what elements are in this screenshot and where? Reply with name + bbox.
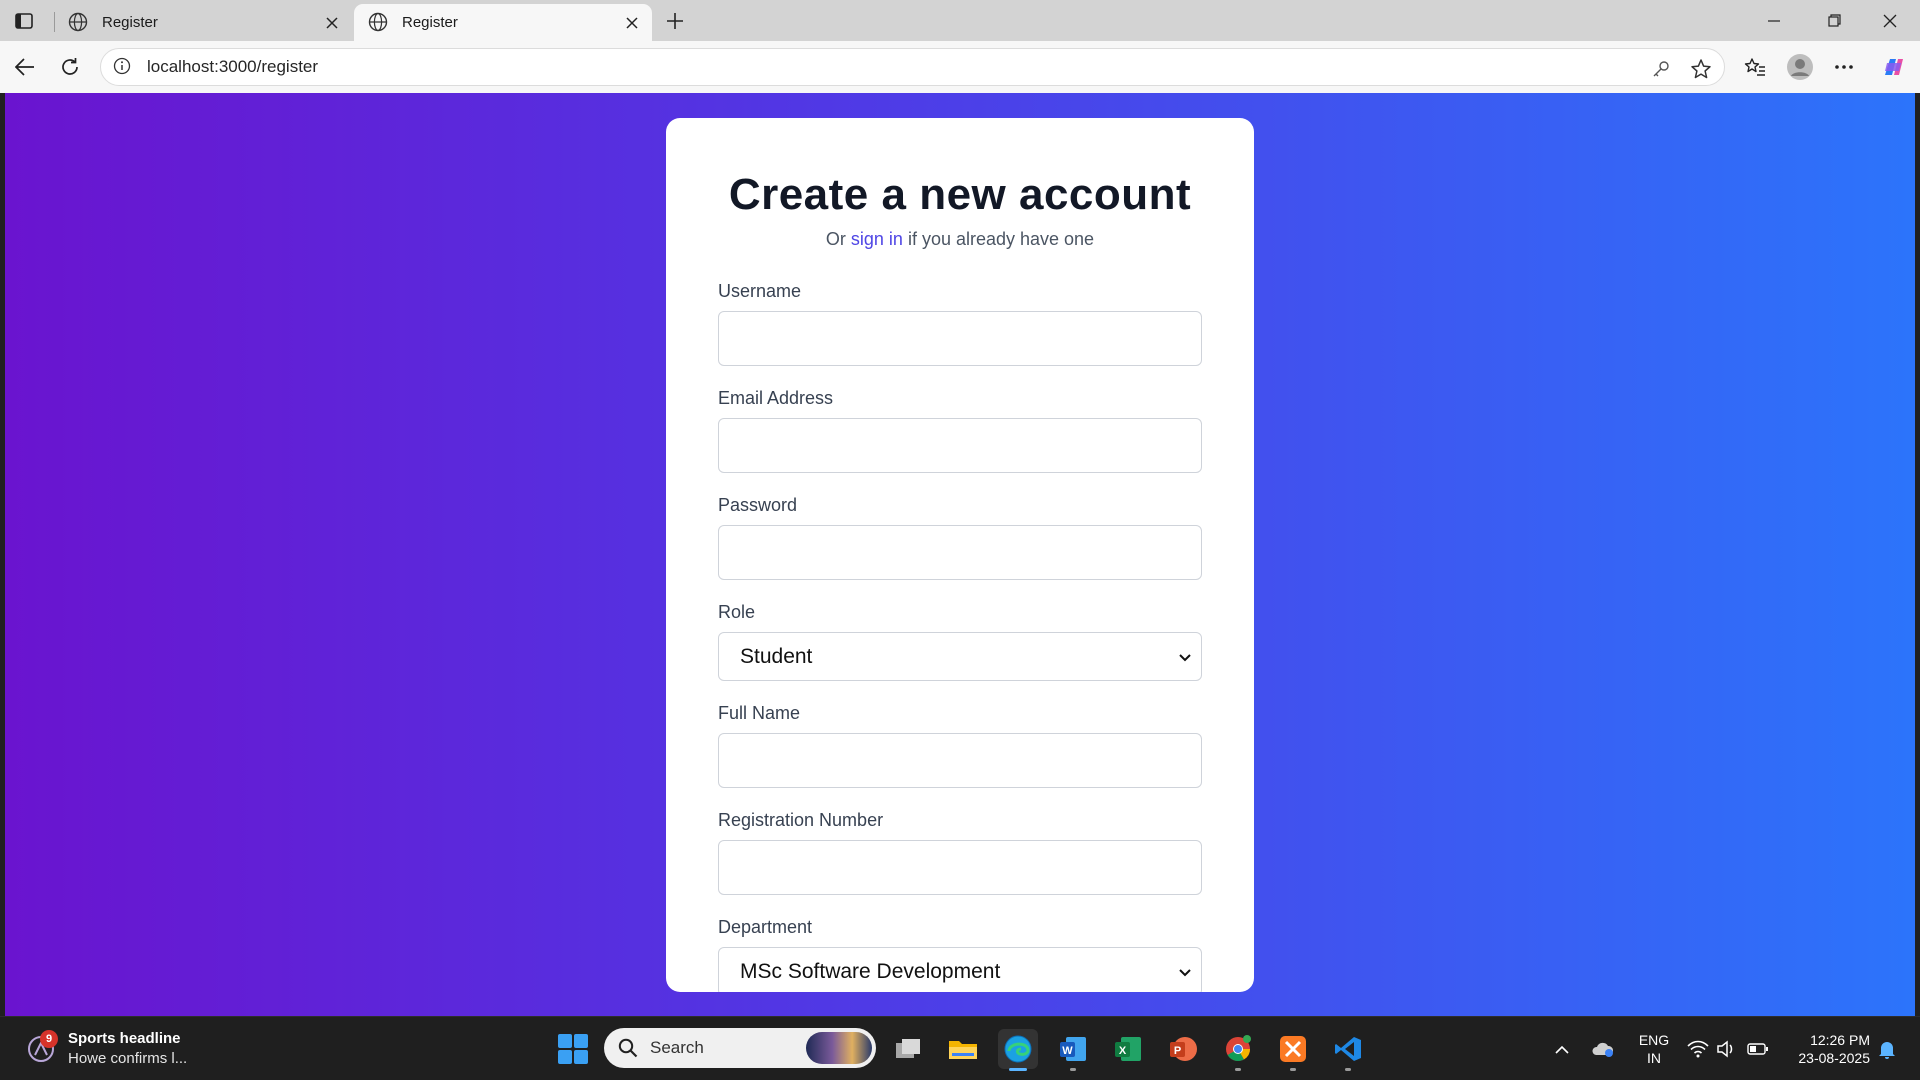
browser-toolbar: localhost:3000/register: [0, 41, 1920, 93]
news-title: Sports headline: [68, 1030, 181, 1047]
svg-text:X: X: [1119, 1045, 1127, 1057]
regno-input[interactable]: [718, 840, 1202, 895]
username-input[interactable]: [718, 311, 1202, 366]
site-info-icon[interactable]: [113, 57, 133, 77]
task-view-icon[interactable]: [888, 1029, 928, 1069]
lang-region: IN: [1647, 1050, 1661, 1066]
news-badge: 9: [40, 1030, 58, 1048]
globe-icon: [68, 12, 90, 34]
role-label: Role: [718, 602, 756, 622]
refresh-icon[interactable]: [54, 51, 86, 83]
page-title: Create a new account: [728, 170, 1192, 219]
edge-icon[interactable]: [998, 1029, 1038, 1071]
tab-title: Register: [402, 14, 458, 31]
svg-text:P: P: [1174, 1045, 1181, 1057]
address-bar[interactable]: localhost:3000/register: [100, 48, 1725, 86]
word-icon[interactable]: W: [1053, 1029, 1093, 1071]
department-select[interactable]: MSc Software Development: [718, 947, 1202, 992]
browser-tab-bar: Register Register: [0, 0, 1920, 41]
favorites-icon[interactable]: [1739, 51, 1771, 83]
onedrive-icon[interactable]: [1588, 1017, 1618, 1080]
register-card: Create a new account Or sign in if you a…: [666, 118, 1254, 992]
url-text: localhost:3000/register: [147, 57, 319, 76]
close-window-icon[interactable]: [1862, 0, 1918, 41]
xampp-icon[interactable]: [1273, 1029, 1313, 1071]
close-tab-icon[interactable]: [322, 13, 342, 33]
search-icon: [618, 1038, 638, 1058]
sign-in-link[interactable]: sign in: [851, 229, 903, 249]
browser-tab-1[interactable]: Register: [54, 4, 352, 41]
tab-actions-icon[interactable]: [10, 9, 38, 33]
chevron-down-icon: [1177, 964, 1193, 980]
chrome-icon[interactable]: [1218, 1029, 1258, 1071]
wifi-icon[interactable]: [1685, 1017, 1711, 1080]
browser-tab-2[interactable]: Register: [354, 4, 652, 41]
lang-code: ENG: [1638, 1032, 1670, 1048]
chevron-up-icon[interactable]: [1550, 1017, 1574, 1080]
news-subtitle: Howe confirms l...: [68, 1050, 188, 1067]
search-placeholder: Search: [650, 1038, 704, 1057]
username-label: Username: [718, 281, 802, 301]
vscode-icon[interactable]: [1328, 1029, 1368, 1071]
tab-title: Register: [102, 14, 158, 31]
svg-text:W: W: [1062, 1045, 1073, 1057]
subtitle-suffix: if you already have one: [902, 229, 1095, 249]
chevron-down-icon: [1177, 649, 1193, 665]
email-input[interactable]: [718, 418, 1202, 473]
windows-start-icon[interactable]: [558, 1034, 588, 1064]
department-selected-value: MSc Software Development: [740, 959, 1001, 983]
copilot-icon[interactable]: [1877, 51, 1909, 83]
back-icon[interactable]: [9, 51, 41, 83]
subtitle-prefix: Or: [825, 229, 851, 249]
close-tab-icon[interactable]: [622, 13, 642, 33]
clock-date: 23-08-2025: [1798, 1050, 1870, 1066]
notification-bell-icon[interactable]: [1872, 1017, 1902, 1080]
password-key-icon[interactable]: [1649, 57, 1673, 81]
clock-time: 12:26 PM: [1810, 1032, 1870, 1048]
input-language[interactable]: ENG IN: [1634, 1031, 1674, 1067]
role-select[interactable]: Student: [718, 632, 1202, 681]
password-label: Password: [718, 495, 798, 515]
favorite-star-icon[interactable]: [1689, 57, 1713, 81]
volume-icon[interactable]: [1713, 1017, 1739, 1080]
battery-icon[interactable]: [1744, 1017, 1772, 1080]
password-input[interactable]: [718, 525, 1202, 580]
regno-label: Registration Number: [718, 810, 884, 830]
search-highlight-image: [806, 1032, 872, 1064]
fullname-input[interactable]: [718, 733, 1202, 788]
more-options-icon[interactable]: [1828, 51, 1860, 83]
powerpoint-icon[interactable]: P: [1163, 1029, 1203, 1069]
news-widget[interactable]: 9 Sports headline Howe confirms l...: [26, 1029, 187, 1069]
system-clock[interactable]: 12:26 PM 23-08-2025: [1780, 1031, 1870, 1067]
globe-icon: [368, 12, 390, 34]
department-label: Department: [718, 917, 813, 937]
file-explorer-icon[interactable]: [943, 1029, 983, 1069]
signin-prompt: Or sign in if you already have one: [666, 229, 1254, 250]
windows-taskbar: 9 Sports headline Howe confirms l... Sea…: [0, 1016, 1920, 1080]
page-viewport: Create a new account Or sign in if you a…: [5, 93, 1915, 1016]
fullname-label: Full Name: [718, 703, 801, 723]
minimize-icon[interactable]: [1746, 0, 1802, 41]
sports-news-icon: 9: [26, 1030, 58, 1064]
email-label: Email Address: [718, 388, 834, 408]
new-tab-icon[interactable]: [662, 8, 688, 34]
excel-icon[interactable]: X: [1108, 1029, 1148, 1069]
profile-avatar-icon[interactable]: [1784, 51, 1816, 83]
role-selected-value: Student: [740, 644, 813, 668]
restore-icon[interactable]: [1806, 0, 1862, 41]
taskbar-search[interactable]: Search: [604, 1028, 876, 1068]
